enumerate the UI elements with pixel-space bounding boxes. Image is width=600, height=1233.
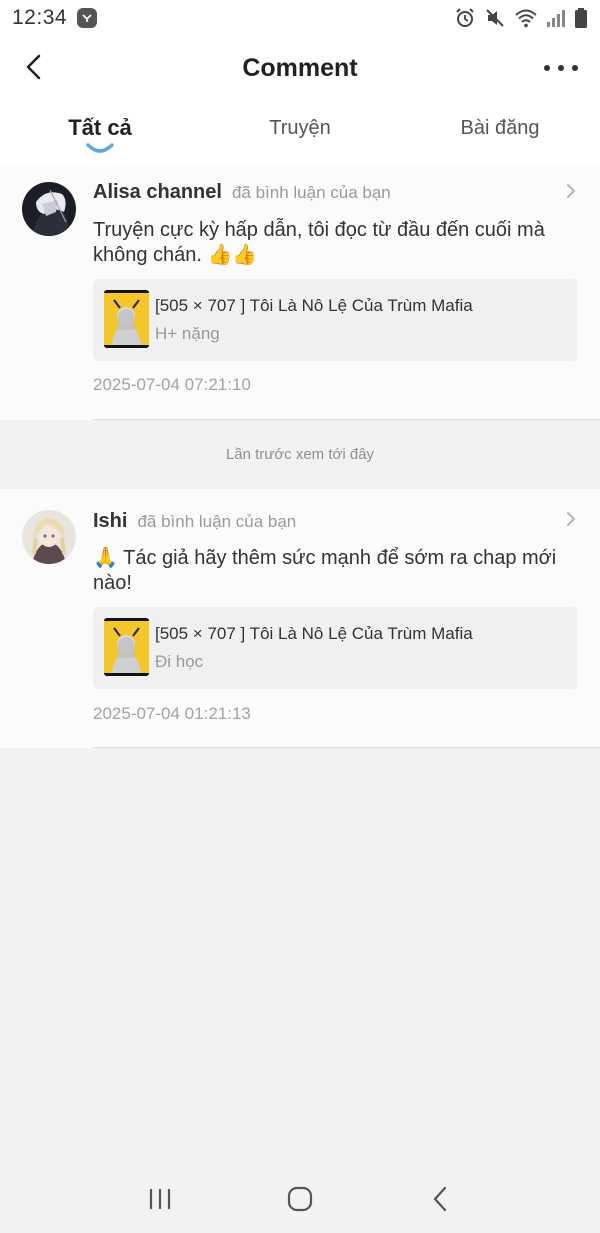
active-tab-indicator xyxy=(86,143,114,153)
app-notification-icon xyxy=(77,8,98,28)
story-tag: H+ nặng xyxy=(155,324,220,343)
user-name[interactable]: Ishi xyxy=(93,510,127,533)
status-bar: 12:34 xyxy=(0,0,600,36)
page-title: Comment xyxy=(242,53,358,82)
tab-label: Truyện xyxy=(269,117,331,139)
comment-timestamp: 2025-07-04 07:21:10 xyxy=(93,375,251,394)
story-cover xyxy=(104,618,149,676)
signal-icon xyxy=(547,10,565,27)
system-nav-bar xyxy=(0,1165,600,1233)
user-action: đã bình luận của bạn xyxy=(231,183,391,202)
back-icon xyxy=(433,1186,447,1212)
divider xyxy=(93,747,600,748)
avatar[interactable] xyxy=(22,510,76,564)
tab-posts[interactable]: Bài đăng xyxy=(400,100,600,164)
avatar[interactable] xyxy=(22,182,76,236)
chevron-left-icon xyxy=(26,54,41,80)
screen: 12:34 Comment Tất cả Truyện Bài đăng Ali… xyxy=(0,0,600,1233)
home-button[interactable] xyxy=(280,1179,320,1219)
user-action: đã bình luận của bạn xyxy=(137,512,297,531)
tab-label: Tất cả xyxy=(68,115,132,140)
mute-icon xyxy=(486,9,504,27)
comment-text: 🙏 Tác giả hãy thêm sức mạnh để sớm ra ch… xyxy=(93,547,557,594)
back-button[interactable] xyxy=(18,50,48,84)
story-tag: Đi học xyxy=(155,652,204,671)
tab-stories[interactable]: Truyện xyxy=(200,100,400,164)
nav-back-button[interactable] xyxy=(420,1179,460,1219)
last-seen-marker: Lần trước xem tới đây xyxy=(225,446,375,463)
alarm-icon xyxy=(456,8,474,27)
home-icon xyxy=(287,1186,313,1212)
top-bar: Comment xyxy=(0,36,600,100)
story-reference[interactable]: [505 × 707 ] Tôi Là Nô Lệ Của Trùm Mafia… xyxy=(93,279,577,361)
chevron-right-icon[interactable] xyxy=(564,182,578,200)
status-time: 12:34 xyxy=(12,6,68,29)
recent-apps-button[interactable] xyxy=(140,1179,180,1219)
story-title: [505 × 707 ] Tôi Là Nô Lệ Của Trùm Mafia xyxy=(155,296,473,315)
story-reference[interactable]: [505 × 707 ] Tôi Là Nô Lệ Của Trùm Mafia… xyxy=(93,607,577,689)
recent-apps-icon xyxy=(149,1189,171,1209)
comment-card[interactable]: Ishi đã bình luận của bạn 🙏 Tác giả hãy … xyxy=(0,489,600,748)
user-line: Alisa channel đã bình luận của bạn xyxy=(93,181,391,204)
wifi-icon xyxy=(515,9,537,28)
chevron-right-icon[interactable] xyxy=(564,510,578,528)
comment-card[interactable]: Alisa channel đã bình luận của bạn Truyệ… xyxy=(0,164,600,420)
story-title: [505 × 707 ] Tôi Là Nô Lệ Của Trùm Mafia xyxy=(155,624,473,643)
user-name[interactable]: Alisa channel xyxy=(93,181,222,204)
status-icons xyxy=(454,7,588,29)
comment-text: Truyện cực kỳ hấp dẫn, tôi đọc từ đầu đế… xyxy=(93,219,545,266)
user-line: Ishi đã bình luận của bạn xyxy=(93,510,296,533)
battery-icon xyxy=(575,8,587,28)
story-cover xyxy=(104,290,149,348)
more-button[interactable] xyxy=(544,56,578,80)
more-dots-icon xyxy=(544,65,550,71)
tab-label: Bài đăng xyxy=(460,117,540,139)
comment-timestamp: 2025-07-04 01:21:13 xyxy=(93,704,251,723)
